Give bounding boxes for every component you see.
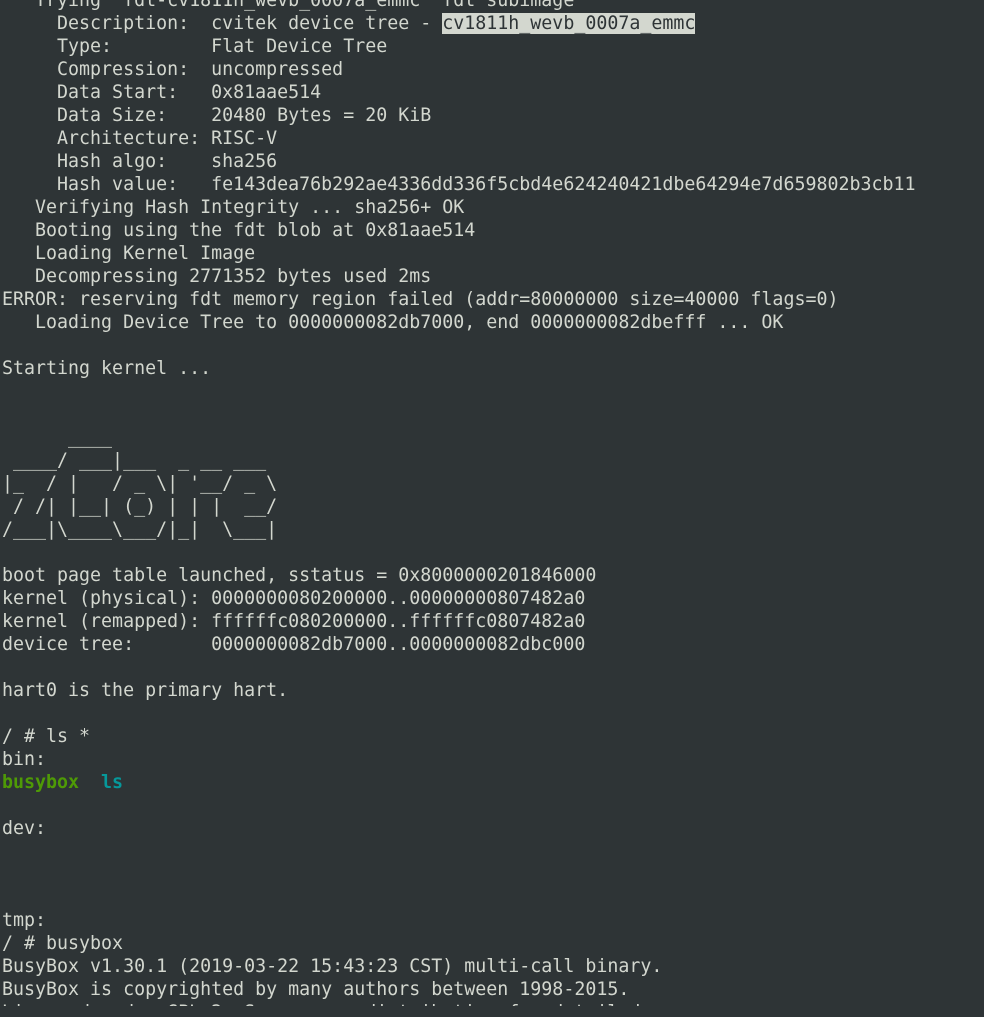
terminal-line: Verifying Hash Integrity ... sha256+ OK [2, 197, 465, 218]
terminal-line: / # busybox [2, 933, 124, 954]
ascii-logo-line: |_ / | / _ \| '__/ _ \ [2, 473, 278, 494]
ascii-logo-line: /___|\____\___/|_| \___| [2, 519, 278, 540]
terminal-line: Licensed under GPLv2. See source distrib… [2, 1001, 984, 1006]
terminal-line: tmp: [2, 910, 47, 931]
bin-listing: busybox ls [2, 771, 984, 794]
terminal-line: Booting using the fdt blob at 0x81aae514 [2, 220, 476, 241]
ascii-logo-line: ____ [2, 427, 113, 448]
terminal-line: Trying 'fdt-cv1811h_wevb_0007a_emmc' fdt… [2, 0, 575, 11]
busybox-executable: busybox [2, 772, 80, 793]
terminal-line: boot page table launched, sstatus = 0x80… [2, 565, 597, 586]
terminal-line: device tree: 0000000082db7000..000000008… [2, 634, 586, 655]
terminal-line: BusyBox v1.30.1 (2019-03-22 15:43:23 CST… [2, 956, 663, 977]
terminal-line: Hash algo: sha256 [2, 151, 278, 172]
terminal-line: dev: [2, 818, 47, 839]
ascii-logo-line: / /| |__| (_) | | | __/ [2, 496, 278, 517]
terminal-line: Data Start: 0x81aae514 [2, 82, 322, 103]
description-prefix: Description: cvitek device tree - [2, 13, 443, 34]
terminal-line: ERROR: reserving fdt memory region faile… [2, 289, 839, 310]
terminal-line: kernel (physical): 0000000080200000..000… [2, 588, 586, 609]
terminal-line: kernel (remapped): ffffffc080200000..fff… [2, 611, 586, 632]
dev-listing-row: randomttyS0ttyS2ttyS4zero [2, 863, 984, 886]
selected-text: cv1811h_wevb_0007a_emmc [442, 13, 696, 34]
terminal-line: Hash value: fe143dea76b292ae4336dd336f5c… [2, 174, 916, 195]
terminal-output[interactable]: Trying 'fdt-cv1811h_wevb_0007a_emmc' fdt… [0, 0, 984, 1006]
terminal-line: hart0 is the primary hart. [2, 680, 289, 701]
dev-listing-row: nullshmttyS1ttyS3urandom [2, 840, 984, 863]
terminal-line: bin: [2, 749, 47, 770]
terminal-line: Decompressing 2771352 bytes used 2ms [2, 266, 432, 287]
terminal-line-description: Description: cvitek device tree - cv1811… [2, 12, 984, 35]
ls-symlink: ls [101, 772, 124, 793]
terminal-line: Architecture: RISC-V [2, 128, 278, 149]
terminal-line: Loading Device Tree to 0000000082db7000,… [2, 312, 784, 333]
terminal-line: Compression: uncompressed [2, 59, 344, 80]
terminal-line: Loading Kernel Image [2, 243, 256, 264]
terminal-line: BusyBox is copyrighted by many authors b… [2, 979, 630, 1000]
terminal-line: Starting kernel ... [2, 358, 212, 379]
terminal-line: / # ls * [2, 726, 91, 747]
ascii-logo-line: ____/ ___|___ _ __ ___ [2, 450, 267, 471]
terminal-line: Type: Flat Device Tree [2, 36, 388, 57]
terminal-line: Data Size: 20480 Bytes = 20 KiB [2, 105, 432, 126]
